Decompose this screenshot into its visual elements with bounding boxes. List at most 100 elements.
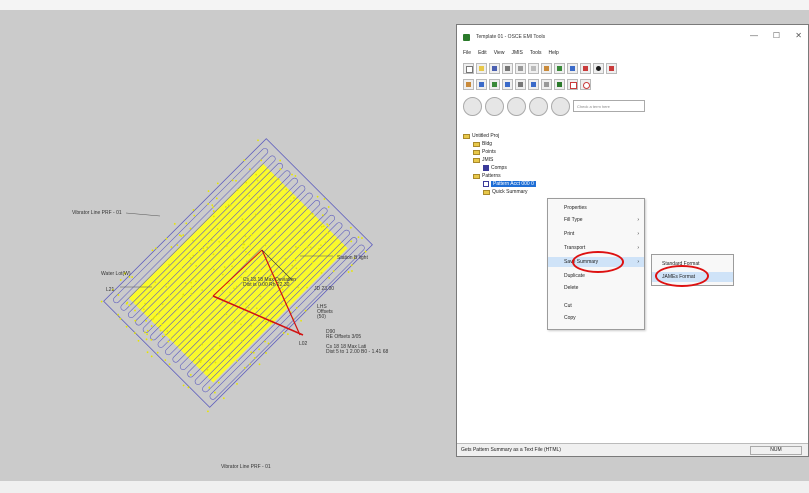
folder-icon — [473, 157, 480, 163]
tree-item-bldg[interactable]: Bldg — [473, 141, 492, 147]
tree-item-jmis[interactable]: JMIS — [473, 157, 493, 163]
pattern-point — [231, 179, 234, 182]
new-icon[interactable] — [463, 62, 474, 74]
maximize-button[interactable]: ☐ — [773, 31, 780, 40]
pattern-point — [207, 410, 209, 413]
folder-icon — [473, 149, 480, 155]
pattern-point — [173, 222, 176, 225]
tree-item-comps[interactable]: Comps — [483, 165, 507, 171]
nav-button-1[interactable] — [463, 96, 482, 116]
menu-item-delete[interactable]: Delete — [548, 283, 644, 293]
tree-item-pattern-selected[interactable]: Pattern Acct 000 0 — [483, 181, 536, 187]
label-station: Station B light — [337, 255, 368, 261]
copy-icon[interactable] — [528, 62, 539, 74]
pattern-point — [216, 182, 219, 185]
help-icon[interactable] — [593, 62, 604, 74]
chevron-right-icon: › — [637, 217, 639, 223]
folder-icon — [483, 189, 490, 195]
pattern-point — [327, 206, 330, 208]
line-icon[interactable] — [502, 78, 513, 90]
layers-icon[interactable] — [554, 62, 565, 74]
label-max-deviation: Cs 18.18 Max Deviation Dist is 0.00 Rh 2… — [243, 277, 297, 288]
cut-icon[interactable] — [515, 62, 526, 74]
open-icon[interactable] — [476, 62, 487, 74]
select-icon[interactable] — [541, 78, 552, 90]
pattern-point — [137, 339, 140, 342]
menu-jmis[interactable]: JMIS — [511, 50, 522, 56]
save-icon[interactable] — [489, 62, 500, 74]
menu-file[interactable]: File — [463, 50, 471, 56]
pattern-point — [235, 179, 237, 182]
close-button[interactable]: ✕ — [795, 31, 802, 40]
pattern-point — [182, 234, 185, 236]
pattern-point — [150, 325, 153, 327]
toolbar-1 — [463, 61, 617, 75]
square-icon[interactable] — [567, 78, 578, 90]
pattern-point — [168, 363, 171, 366]
pattern-plot — [100, 138, 373, 413]
rect-icon[interactable] — [515, 78, 526, 90]
label-vibrator-bottom: Vibrator Line PRF - 01 — [221, 464, 271, 470]
label-l02: L02 — [299, 341, 308, 347]
pattern-point — [350, 240, 353, 243]
pattern-point — [211, 204, 214, 207]
menu-tools[interactable]: Tools — [530, 50, 542, 56]
print-icon[interactable] — [502, 62, 513, 74]
chart-icon[interactable] — [580, 62, 591, 74]
pattern-point — [134, 319, 137, 322]
pattern-point — [119, 279, 122, 281]
menu-bar: File Edit View JMIS Tools Help — [463, 50, 559, 56]
minimize-button[interactable]: — — [750, 31, 758, 40]
menu-item-properties[interactable]: Properties — [548, 203, 644, 213]
menu-help[interactable]: Help — [549, 50, 559, 56]
menu-edit[interactable]: Edit — [478, 50, 487, 56]
menu-item-print[interactable]: Print › — [548, 229, 644, 239]
tree-item-quick-summary[interactable]: Quick Summary — [483, 189, 528, 195]
menu-item-fill-type[interactable]: Fill Type › — [548, 215, 644, 225]
pattern-point — [316, 195, 319, 198]
menu-view[interactable]: View — [494, 50, 505, 56]
pattern-point — [321, 214, 324, 217]
label-lhs-offsets: LHS Offsets (50) — [317, 304, 333, 320]
pattern-point — [150, 355, 153, 358]
measure-icon[interactable] — [528, 78, 539, 90]
nav-button-2[interactable] — [485, 96, 504, 116]
label-l21: L21 — [106, 287, 115, 293]
draw-icon[interactable] — [554, 78, 565, 90]
pattern-point — [236, 382, 238, 385]
menu-item-cut[interactable]: Cut — [548, 301, 644, 311]
pattern-point — [295, 306, 298, 309]
nav-button-3[interactable] — [507, 96, 526, 116]
point-icon[interactable] — [489, 78, 500, 90]
pattern-point — [347, 271, 350, 273]
arrow-icon[interactable] — [476, 78, 487, 90]
status-num: NUM — [750, 446, 802, 455]
highlight-james-format — [655, 265, 709, 287]
label-max-lati: Cs 18 18 Max Lati Dist 5 to 1 2.00 B0 - … — [326, 344, 389, 355]
tree-item-points[interactable]: Points — [473, 149, 496, 155]
pen-icon[interactable] — [463, 78, 474, 90]
bottom-strip — [0, 481, 809, 493]
pattern-point — [213, 391, 216, 394]
folder-icon — [463, 133, 470, 139]
pattern-point — [249, 363, 251, 366]
nav-button-5[interactable] — [551, 96, 570, 116]
window-title: Template 01 - OSCE EMI Tools — [476, 34, 546, 40]
pattern-point — [150, 338, 153, 341]
menu-item-copy[interactable]: Copy — [548, 313, 644, 323]
grid-icon[interactable] — [567, 62, 578, 74]
pattern-point — [117, 294, 120, 296]
pattern-point — [258, 348, 261, 351]
pattern-point — [146, 351, 149, 354]
circle-icon[interactable] — [580, 78, 591, 90]
tree-root[interactable]: Untitled Proj — [463, 133, 499, 139]
pattern-point — [349, 226, 352, 229]
nav-button-4[interactable] — [529, 96, 548, 116]
paste-icon[interactable] — [541, 62, 552, 74]
info-icon[interactable] — [606, 62, 617, 74]
pattern-point — [128, 304, 131, 307]
pattern-point — [279, 168, 282, 171]
label-water-lot: Water Lot(W) — [101, 271, 131, 277]
tree-item-patterns[interactable]: Patterns — [473, 173, 501, 179]
search-input[interactable]: Check a term here — [573, 100, 645, 112]
